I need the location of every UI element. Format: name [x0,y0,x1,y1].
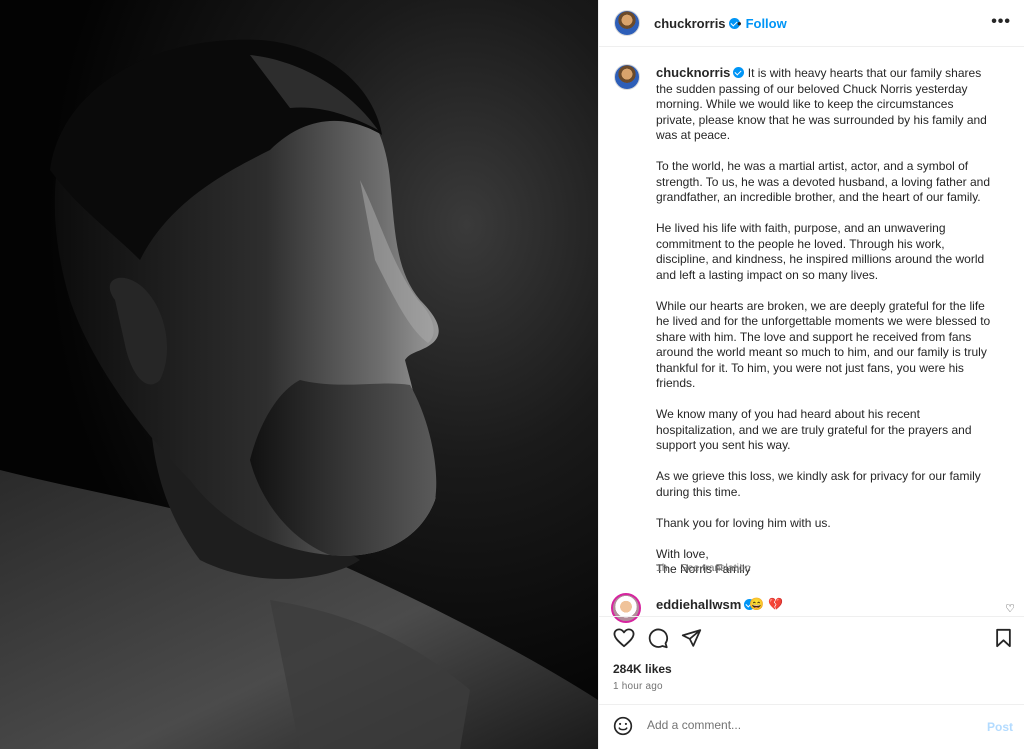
smiley-icon[interactable] [613,716,633,736]
caption-age[interactable]: 1h [656,562,668,574]
verified-badge-icon [733,67,745,78]
author-username[interactable]: chuckrorris [654,16,740,31]
caption-paragraph-2: To the world, he was a martial artist, a… [656,159,991,204]
separator-dot: • [737,16,742,31]
caption-username[interactable]: chucknorris [656,65,745,80]
commenter-username[interactable]: eddiehallwsm [656,597,756,612]
see-translation-link[interactable]: See translation [681,562,751,574]
post-photo[interactable] [0,0,598,749]
post-timestamp[interactable]: 1 hour ago [613,681,663,692]
caption-signoff-line-1: With love, [656,546,709,561]
caption-paragraph-4: While our hearts are broken, we are deep… [656,298,991,391]
comment-input[interactable] [645,717,969,733]
comment-row: eddiehallwsm 😄 💔 ♡ [599,592,1024,623]
post-header: chuckrorris • Follow ••• [599,0,1024,47]
heart-icon[interactable] [613,628,635,648]
comment-emoji-broken-heart: 💔 [768,597,783,611]
caption-paragraph-5: We know many of you had heard about his … [656,407,972,452]
comment-like-heart-icon[interactable]: ♡ [1005,602,1015,615]
post-comment-button[interactable]: Post [987,720,1013,734]
caption-paragraph-7: Thank you for loving him with us. [656,515,831,530]
caption-paragraph-6: As we grieve this loss, we kindly ask fo… [656,469,981,499]
bookmark-icon[interactable] [995,628,1012,648]
caption-text: chucknorris It is with heavy hearts that… [656,65,994,578]
more-options-icon[interactable]: ••• [991,13,1011,31]
commenter-username-text[interactable]: eddiehallwsm [656,597,741,612]
caption-paragraph-3: He lived his life with faith, purpose, a… [656,221,985,282]
comment-icon[interactable] [647,628,669,649]
comment-emoji-grin: 😄 [749,597,764,611]
caption-author-avatar[interactable] [614,64,640,90]
caption-meta: 1h See translation [656,562,751,574]
add-comment-bar: Post [599,704,1024,749]
send-icon[interactable] [681,628,702,648]
author-username-text[interactable]: chuckrorris [654,16,726,31]
caption-username-text[interactable]: chucknorris [656,65,730,80]
likes-count[interactable]: 284K likes [613,662,672,676]
photo-portrait-image [0,0,598,749]
author-avatar[interactable] [614,10,640,36]
post-details-panel: chuckrorris • Follow ••• chucknorris It i… [598,0,1024,749]
follow-label[interactable]: Follow [746,16,787,31]
follow-button[interactable]: • Follow [737,16,787,31]
caption-paragraph-1: chucknorris It is with heavy hearts that… [656,65,994,144]
